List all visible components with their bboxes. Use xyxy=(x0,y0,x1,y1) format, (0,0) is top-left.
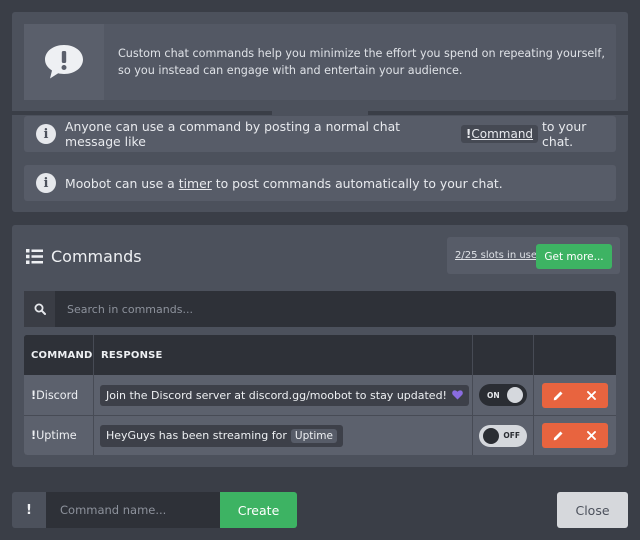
status-cell: ON xyxy=(473,375,534,415)
toggle-knob xyxy=(483,427,499,444)
info-row-timer: i Moobot can use a timer to post command… xyxy=(24,165,616,201)
search-icon[interactable] xyxy=(24,291,55,327)
command-cell: !Discord xyxy=(24,375,94,415)
commands-panel: Commands 2/25 slots in use Get more... C… xyxy=(12,225,628,467)
slots-box: 2/25 slots in use Get more... xyxy=(447,237,620,274)
column-header-actions xyxy=(534,335,616,375)
intro-header: Custom chat commands help you minimize t… xyxy=(24,24,616,100)
intro-description: Custom chat commands help you minimize t… xyxy=(118,47,605,77)
command-name-text: Uptime xyxy=(36,429,77,442)
column-header-response: RESPONSE xyxy=(94,335,473,375)
response-cell: HeyGuys has been streaming for Uptime xyxy=(94,416,473,455)
divider xyxy=(368,111,628,115)
create-button[interactable]: Create xyxy=(220,492,297,528)
edit-icon xyxy=(553,391,563,400)
actions-cell xyxy=(534,416,616,455)
info-text: to your chat. xyxy=(542,119,587,149)
actions-cell xyxy=(534,375,616,415)
variable-chip: Uptime xyxy=(290,428,337,443)
get-more-button[interactable]: Get more... xyxy=(536,244,612,269)
table-header: COMMAND RESPONSE xyxy=(24,335,616,375)
edit-button[interactable] xyxy=(542,423,575,448)
response-message: Join the Discord server at discord.gg/mo… xyxy=(106,388,447,402)
command-example-chip: !Command xyxy=(460,125,539,143)
command-cell: !Uptime xyxy=(24,416,94,455)
info-icon: i xyxy=(36,173,56,193)
action-buttons xyxy=(542,423,608,448)
bottom-bar: ! Create Close xyxy=(0,480,640,540)
toggle-label: OFF xyxy=(503,431,520,440)
commands-title: Commands xyxy=(51,247,142,266)
edit-button[interactable] xyxy=(542,382,575,408)
speech-bubble-exclamation-icon xyxy=(24,24,104,100)
delete-button[interactable] xyxy=(575,382,608,408)
response-text: HeyGuys has been streaming for Uptime xyxy=(100,424,343,447)
commands-table: COMMAND RESPONSE !Discord Join the Disco… xyxy=(24,335,616,455)
toggle-label: ON xyxy=(487,390,500,400)
status-cell: OFF xyxy=(473,416,534,455)
search-input[interactable] xyxy=(55,291,616,327)
response-text: Join the Discord server at discord.gg/mo… xyxy=(100,384,469,406)
delete-icon xyxy=(587,390,596,400)
response-cell: Join the Discord server at discord.gg/mo… xyxy=(94,375,473,415)
intro-panel: Custom chat commands help you minimize t… xyxy=(12,12,628,212)
command-name-text: Discord xyxy=(36,388,79,402)
edit-icon xyxy=(553,431,563,441)
list-icon xyxy=(26,249,43,264)
slots-in-use-link[interactable]: 2/25 slots in use xyxy=(455,237,537,274)
table-row: !Uptime HeyGuys has been streaming for U… xyxy=(24,415,616,455)
info-text: Moobot can use a xyxy=(65,175,175,191)
purple-heart-icon xyxy=(452,390,463,400)
info-text: to post commands automatically to your c… xyxy=(215,175,503,191)
table-row: !Discord Join the Discord server at disc… xyxy=(24,375,616,415)
enabled-toggle[interactable]: OFF xyxy=(479,424,527,447)
search-bar xyxy=(24,291,616,327)
delete-button[interactable] xyxy=(575,423,608,448)
action-buttons xyxy=(542,382,608,408)
delete-icon xyxy=(587,431,596,440)
command-prefix-addon: ! xyxy=(12,492,46,528)
column-header-command: COMMAND xyxy=(24,335,94,375)
commands-header: Commands xyxy=(26,247,142,266)
command-name[interactable]: !Discord xyxy=(31,389,78,402)
command-name-input[interactable] xyxy=(46,492,220,528)
divider xyxy=(12,111,272,115)
column-header-status xyxy=(473,335,534,375)
toggle-knob xyxy=(507,387,523,403)
command-name[interactable]: !Uptime xyxy=(31,429,77,442)
info-text: Anyone can use a command by posting a no… xyxy=(65,119,401,149)
response-message: HeyGuys has been streaming for xyxy=(106,429,287,442)
info-icon: i xyxy=(36,124,56,144)
command-example-text: Command xyxy=(471,127,534,141)
info-row-command-usage: i Anyone can use a command by posting a … xyxy=(24,116,616,152)
enabled-toggle[interactable]: ON xyxy=(479,384,527,406)
close-button[interactable]: Close xyxy=(557,492,628,528)
timer-link[interactable]: timer xyxy=(179,176,212,191)
